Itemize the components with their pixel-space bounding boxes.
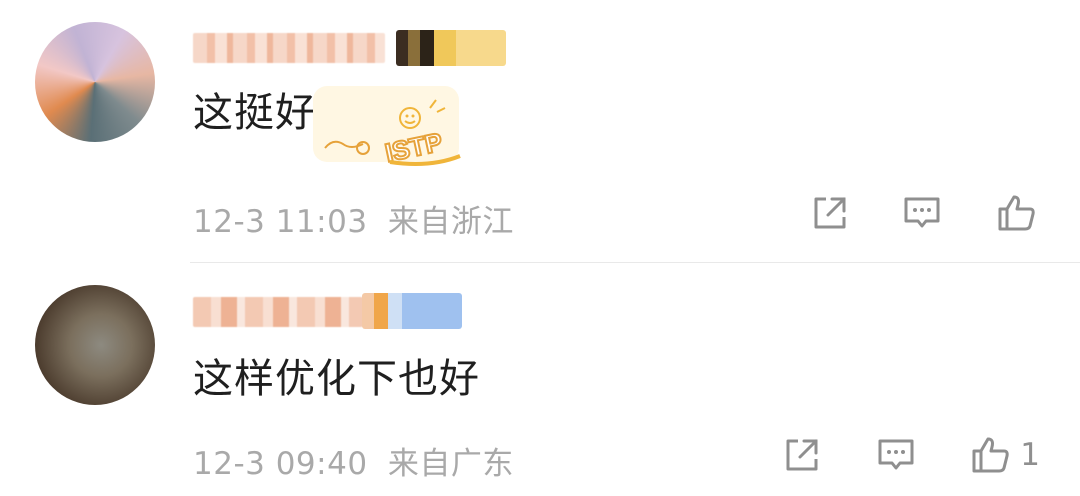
like-icon	[972, 437, 1009, 473]
comment-meta: 12-3 09:40 来自广东	[193, 438, 514, 483]
like-count: 1	[1020, 437, 1040, 473]
comment-location: 来自广东	[387, 446, 514, 482]
avatar[interactable]	[35, 22, 155, 142]
user-badge-blurred	[362, 293, 462, 329]
comment-button[interactable]	[900, 191, 944, 235]
avatar[interactable]	[35, 285, 155, 405]
comment-item: 这挺好的 ISTP 12-3 11:03 来自浙江	[0, 0, 1080, 262]
username-blurred[interactable]	[193, 33, 385, 63]
share-icon	[814, 197, 846, 229]
comment-icon	[878, 439, 914, 470]
like-button[interactable]	[968, 433, 1012, 477]
comment-item: 这样优化下也好 12-3 09:40 来自广东 1	[0, 263, 1080, 496]
comment-meta: 12-3 11:03 来自浙江	[193, 196, 514, 241]
user-badge-blurred	[396, 30, 506, 66]
comment-icon	[904, 197, 940, 228]
comment-time: 12-3 09:40	[193, 446, 368, 482]
share-button[interactable]	[808, 191, 852, 235]
comment-location: 来自浙江	[387, 204, 514, 240]
comment-button[interactable]	[874, 433, 918, 477]
like-button[interactable]	[994, 191, 1038, 235]
share-button[interactable]	[780, 433, 824, 477]
comment-text: 这样优化下也好	[193, 356, 480, 402]
username-blurred[interactable]	[193, 297, 363, 327]
like-icon	[998, 195, 1035, 231]
comment-time: 12-3 11:03	[193, 204, 368, 240]
share-icon	[786, 439, 818, 471]
istp-sticker: ISTP	[313, 86, 461, 169]
